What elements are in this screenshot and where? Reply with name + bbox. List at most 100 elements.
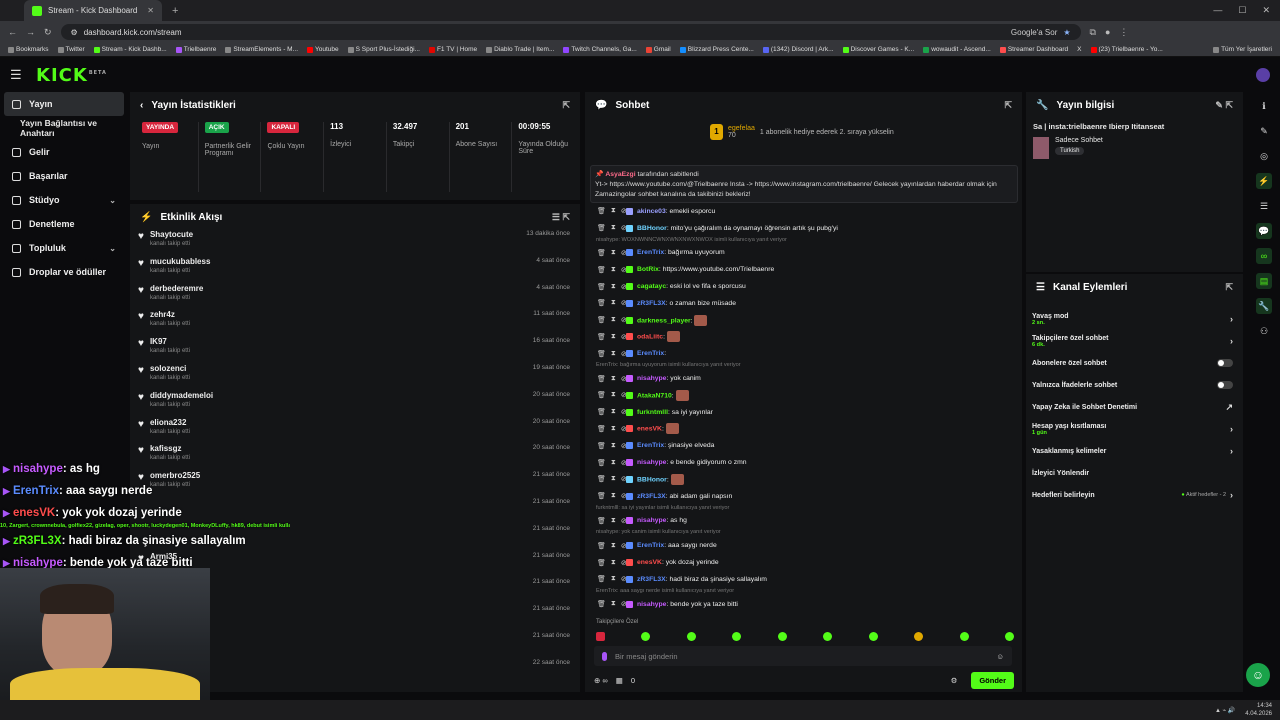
mod-actions[interactable]: 🗑 ⧗ ⊘: [592, 459, 627, 467]
mod-actions[interactable]: 🗑 ⧗ ⊘: [592, 350, 627, 358]
all-bookmarks[interactable]: Tüm Yer İşaretleri: [1213, 46, 1272, 53]
emote-icon[interactable]: [686, 631, 696, 641]
chevron-left-icon[interactable]: ‹: [140, 100, 143, 111]
wrench-icon[interactable]: 🔧: [1256, 298, 1272, 314]
bookmark-item[interactable]: Twitter: [57, 46, 85, 53]
chat-message[interactable]: 🗑 ⧗ ⊘ odaLiitc:: [592, 329, 1020, 346]
tray-icons[interactable]: ▲ ⌁ 🔊: [1215, 707, 1235, 714]
sidebar-item-stream-key[interactable]: Yayın Bağlantısı ve Anahtarı: [0, 116, 128, 140]
mod-tools-icon[interactable]: ⊕ ∞: [594, 676, 608, 685]
mod-actions[interactable]: 🗑 ⧗ ⊘: [592, 283, 627, 291]
action-subscribers-only[interactable]: Abonelere özel sohbet: [1026, 352, 1243, 374]
sidebar-item-topluluk[interactable]: Topluluk ⌄: [0, 236, 128, 260]
sidebar-item-basarilar[interactable]: Başarılar: [0, 164, 128, 188]
action-host[interactable]: İzleyici Yönlendir: [1026, 462, 1243, 484]
subscribers-only-toggle[interactable]: [1217, 359, 1233, 367]
chat-message[interactable]: 🗑 ⧗ ⊘ ErenTrix: bağırma uyuyorum: [592, 245, 1020, 262]
hype-leaderboard[interactable]: 1 egefelaa 70 1 abonelik hediye ederek 2.…: [710, 124, 894, 140]
chat-message[interactable]: 🗑 ⧗ ⊘ zR3FL3X: abi adam gali napsın: [592, 488, 1020, 505]
bookmark-item[interactable]: Twitch Channels, Ga...: [563, 46, 637, 53]
bookmark-item[interactable]: (23) Trielbaenre - Yo...: [1090, 46, 1163, 53]
bookmark-item[interactable]: (1342) Discord | Ark...: [762, 46, 834, 53]
sidebar-item-gelir[interactable]: Gelir: [0, 140, 128, 164]
chat-message[interactable]: 🗑 ⧗ ⊘ cagatayc: eski lol ve fifa e sporcus…: [592, 278, 1020, 295]
mod-actions[interactable]: 🗑 ⧗ ⊘: [592, 249, 627, 257]
mod-actions[interactable]: 🗑 ⧗ ⊘: [592, 224, 627, 232]
link-icon[interactable]: ∞: [1256, 248, 1272, 264]
popout-icon[interactable]: ⇱: [562, 100, 570, 111]
profile-icon[interactable]: ●: [1105, 27, 1110, 37]
bookmark-item[interactable]: Youtube: [307, 46, 339, 53]
action-slow-mode[interactable]: Yavaş mod 2 sn. ›: [1026, 308, 1243, 330]
emote-icon[interactable]: [596, 631, 605, 641]
lightning-icon[interactable]: ⚡: [1256, 173, 1272, 189]
action-ai-moderation[interactable]: Yapay Zeka ile Sohbet Denetimi ↗: [1026, 396, 1243, 418]
browser-tab[interactable]: Stream - Kick Dashboard ✕: [24, 0, 162, 21]
mod-actions[interactable]: 🗑 ⧗ ⊘: [592, 575, 627, 583]
people-icon[interactable]: ⚇: [1256, 323, 1272, 339]
chat-message[interactable]: 🗑 ⧗ ⊘ zR3FL3X: hadi biraz da şinasiye sall…: [592, 571, 1020, 588]
reload-icon[interactable]: ↻: [44, 27, 52, 38]
sidebar-item-studyo[interactable]: Stüdyo ⌄: [0, 188, 128, 212]
bookmark-item[interactable]: Stream - Kick Dashb...: [93, 46, 167, 53]
chat-message[interactable]: 🗑 ⧗ ⊘ ErenTrix: aaa saygı nerde: [592, 537, 1020, 554]
edit-icon[interactable]: ✎: [1256, 123, 1272, 139]
emote-icon[interactable]: [868, 631, 878, 641]
menu-icon[interactable]: ⋮: [1119, 27, 1128, 38]
popout-icon[interactable]: ⇱: [1225, 282, 1233, 293]
extensions-icon[interactable]: ⧉: [1090, 27, 1096, 38]
emotes-only-toggle[interactable]: [1217, 381, 1233, 389]
emote-icon[interactable]: [914, 631, 924, 641]
google-search-label[interactable]: Google'a Sor: [1011, 28, 1057, 37]
sidebar-item-yayin[interactable]: Yayın: [4, 92, 124, 116]
maximize-icon[interactable]: ☐: [1238, 5, 1246, 16]
emote-icon[interactable]: [1004, 631, 1014, 641]
action-emotes-only[interactable]: Yalnızca İfadelerle sohbet: [1026, 374, 1243, 396]
assistant-bubble-icon[interactable]: ☺: [1246, 663, 1270, 687]
popout-icon[interactable]: ⇱: [1004, 100, 1012, 111]
chevron-down-icon[interactable]: ⌄: [109, 196, 116, 205]
pinned-message[interactable]: 📌 AsyaEzgi tarafından sabitlendi Yt-> ht…: [590, 165, 1018, 203]
mod-actions[interactable]: 🗑 ⧗ ⊘: [592, 600, 627, 608]
mod-actions[interactable]: 🗑 ⧗ ⊘: [592, 542, 627, 550]
mod-actions[interactable]: 🗑 ⧗ ⊘: [592, 475, 627, 483]
chat-message[interactable]: 🗑 ⧗ ⊘ ErenTrix:: [592, 345, 1020, 362]
layout-icon[interactable]: ▤: [1256, 273, 1272, 289]
mod-actions[interactable]: 🗑 ⧗ ⊘: [592, 517, 627, 525]
mod-actions[interactable]: 🗑 ⧗ ⊘: [592, 375, 627, 383]
bookmark-item[interactable]: Bookmarks: [8, 46, 49, 53]
bookmark-item[interactable]: F1 TV | Home: [428, 46, 477, 53]
bookmark-item[interactable]: Gmail: [645, 46, 671, 53]
sidebar-item-denetleme[interactable]: Denetleme: [0, 212, 128, 236]
user-avatar[interactable]: [1256, 68, 1270, 82]
sidebar-item-droplar[interactable]: Droplar ve ödüller: [0, 260, 128, 284]
bookmark-item[interactable]: Blizzard Press Cente...: [679, 46, 754, 53]
chat-message[interactable]: 🗑 ⧗ ⊘ AtakaN710:: [592, 387, 1020, 404]
bookmark-item[interactable]: StreamElements - M...: [225, 46, 298, 53]
chat-message[interactable]: 🗑 ⧗ ⊘ BotRix: https://www.youtube.com/Trie…: [592, 261, 1020, 278]
filter-icon[interactable]: ☰ ⇱: [552, 212, 570, 223]
emote-icon[interactable]: [732, 631, 742, 641]
bookmark-item[interactable]: Trielbaenre: [175, 46, 216, 53]
chat-message[interactable]: 🗑 ⧗ ⊘ enesVK:: [592, 421, 1020, 438]
chat-message[interactable]: 🗑 ⧗ ⊘ darkness_player:: [592, 312, 1020, 329]
chat-icon[interactable]: 💬: [1256, 223, 1272, 239]
emote-icon[interactable]: [959, 631, 969, 641]
mod-actions[interactable]: 🗑 ⧗ ⊘: [592, 425, 627, 433]
forward-icon[interactable]: →: [26, 27, 35, 37]
back-icon[interactable]: ←: [8, 27, 17, 37]
chat-message[interactable]: 🗑 ⧗ ⊘ nisahype: as hg: [592, 513, 1020, 530]
mod-actions[interactable]: 🗑 ⧗ ⊘: [592, 559, 627, 567]
new-tab-icon[interactable]: +: [172, 5, 178, 17]
minimize-icon[interactable]: —: [1213, 5, 1222, 16]
url-field[interactable]: ⚙ dashboard.kick.com/stream Google'a Sor…: [60, 24, 1081, 40]
emoji-picker-icon[interactable]: ☺: [996, 652, 1004, 661]
mod-actions[interactable]: 🗑 ⧗ ⊘: [592, 492, 627, 500]
camera-icon[interactable]: ◎: [1256, 148, 1272, 164]
bookmark-item[interactable]: Diablo Trade | Item...: [486, 46, 554, 53]
chat-message[interactable]: 🗑 ⧗ ⊘ akince03: emekli esporcu: [592, 203, 1020, 220]
action-account-age[interactable]: Hesap yaşı kısıtlaması 1 gün ›: [1026, 418, 1243, 440]
chat-message[interactable]: 🗑 ⧗ ⊘ nisahype: yok canim: [592, 370, 1020, 387]
chat-message[interactable]: 🗑 ⧗ ⊘ zR3FL3X: o zaman bize müsade: [592, 295, 1020, 312]
chat-settings-icon[interactable]: ⚙: [951, 676, 958, 685]
